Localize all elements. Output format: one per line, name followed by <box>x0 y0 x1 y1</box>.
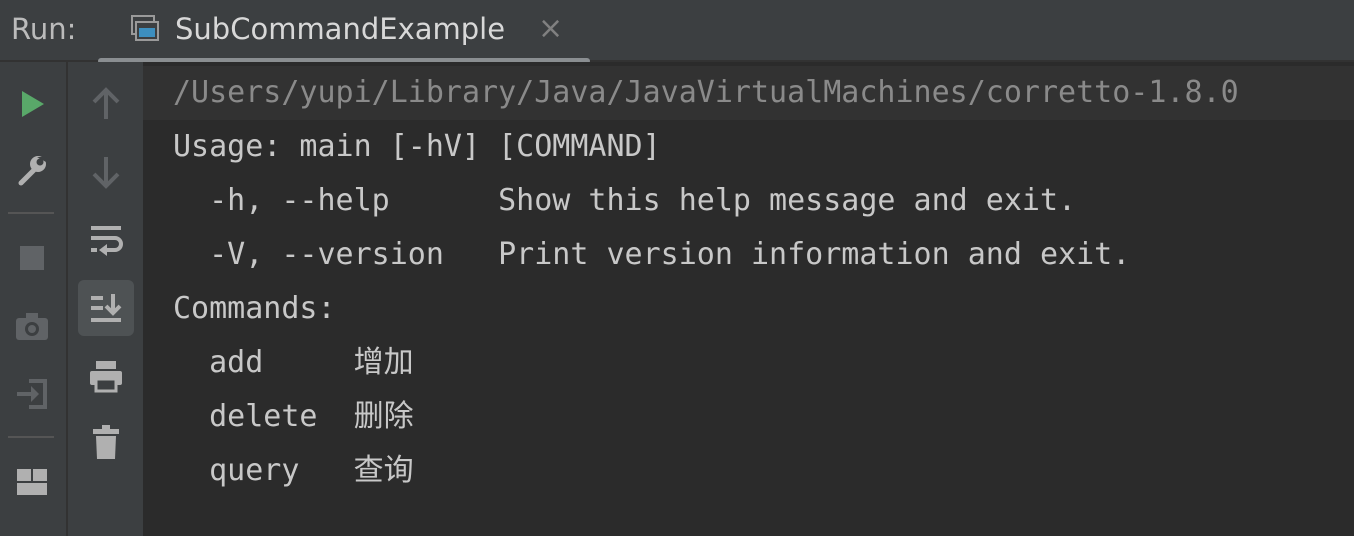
exit-button[interactable] <box>10 372 54 416</box>
play-icon <box>17 89 47 119</box>
close-icon[interactable]: × <box>538 10 563 48</box>
arrow-up-icon <box>91 87 121 121</box>
console-line: query 查询 <box>173 453 414 488</box>
camera-icon <box>14 310 50 342</box>
console-line: delete 删除 <box>173 399 414 434</box>
command-line: /Users/yupi/Library/Java/JavaVirtualMach… <box>143 66 1354 120</box>
toolbar-separator <box>8 436 54 438</box>
run-toolbar-right <box>68 62 143 536</box>
tab-subcommandexample[interactable]: SubCommandExample × <box>98 0 590 64</box>
exit-icon <box>15 377 49 411</box>
console-line: add 增加 <box>173 345 414 380</box>
dump-threads-button[interactable] <box>10 304 54 348</box>
scroll-to-end-icon <box>89 292 123 324</box>
arrow-down-icon <box>91 155 121 189</box>
rerun-button[interactable] <box>10 82 54 126</box>
clear-button[interactable] <box>79 420 133 464</box>
console-line: -V, --version Print version information … <box>173 237 1131 272</box>
trash-icon <box>91 424 121 460</box>
console-output[interactable]: /Users/yupi/Library/Java/JavaVirtualMach… <box>143 62 1354 536</box>
scroll-to-end-button[interactable] <box>78 280 134 336</box>
tab-title: SubCommandExample <box>175 12 506 46</box>
console-icon <box>130 14 160 44</box>
console-line: Commands: <box>173 291 336 326</box>
settings-button[interactable] <box>10 148 54 192</box>
soft-wrap-icon <box>89 224 123 256</box>
down-button[interactable] <box>79 150 133 194</box>
run-label: Run: <box>11 12 77 46</box>
stop-button[interactable] <box>10 236 54 280</box>
layout-icon <box>16 468 48 496</box>
printer-icon <box>88 359 124 393</box>
stop-icon <box>18 244 46 272</box>
soft-wrap-button[interactable] <box>79 218 133 262</box>
toolbar-separator <box>8 212 54 214</box>
print-button[interactable] <box>79 354 133 398</box>
run-toolbar-left <box>0 62 68 536</box>
console-line: Usage: main [-hV] [COMMAND] <box>173 129 661 164</box>
layout-button[interactable] <box>10 460 54 504</box>
up-button[interactable] <box>79 82 133 126</box>
console-line: -h, --help Show this help message and ex… <box>173 183 1077 218</box>
run-tool-window-header: Run: SubCommandExample × <box>0 0 1354 64</box>
wrench-icon <box>15 153 49 187</box>
